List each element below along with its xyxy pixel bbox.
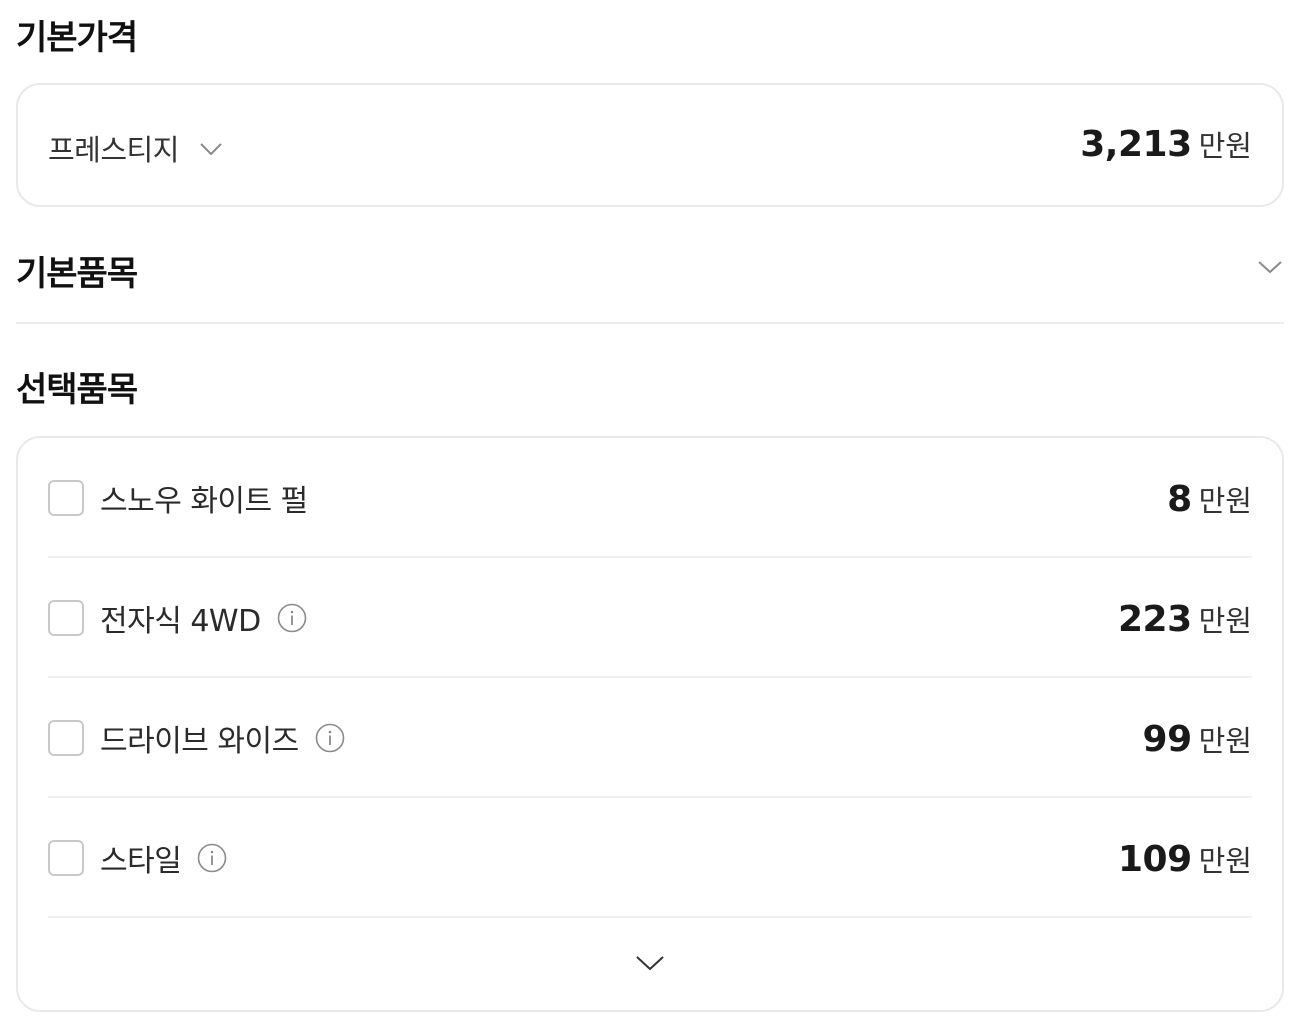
price-amount: 3,213 (1080, 124, 1192, 165)
chevron-down-icon (199, 141, 223, 160)
option-label: 드라이브 와이즈 (100, 724, 299, 759)
base-price-title: 기본가격 (16, 18, 138, 58)
price-unit: 만원 (1198, 844, 1252, 878)
option-price: 99 만원 (1143, 718, 1252, 760)
section-divider (16, 322, 1284, 324)
option-row: 스노우 화이트 펄 8 만원 (48, 438, 1252, 558)
option-label: 스타일 (100, 844, 182, 879)
option-checkbox[interactable] (48, 480, 84, 516)
price-amount: 109 (1117, 839, 1192, 880)
option-row: 드라이브 와이즈 99 만원 (48, 678, 1252, 798)
chevron-down-icon (635, 954, 665, 976)
price-unit: 만원 (1198, 724, 1252, 758)
info-icon[interactable] (197, 843, 227, 873)
trim-select-label: 프레스티지 (48, 133, 179, 167)
info-icon[interactable] (315, 723, 345, 753)
price-amount: 223 (1117, 599, 1192, 640)
base-price-value: 3,213 만원 (1080, 123, 1252, 165)
option-label: 전자식 4WD (100, 604, 261, 639)
options-card: 스노우 화이트 펄 8 만원 전자식 4WD 223 만원 드라이브 와이즈 9… (16, 436, 1284, 1012)
option-checkbox[interactable] (48, 840, 84, 876)
price-unit: 만원 (1198, 484, 1252, 518)
option-checkbox[interactable] (48, 720, 84, 756)
price-unit: 만원 (1198, 604, 1252, 638)
option-price: 8 만원 (1167, 478, 1252, 520)
chevron-down-icon (1257, 259, 1283, 279)
option-label: 스노우 화이트 펄 (100, 484, 308, 519)
option-price: 223 만원 (1118, 598, 1252, 640)
base-items-title: 기본품목 (16, 254, 138, 294)
expand-options-button[interactable] (630, 950, 670, 980)
base-price-card: 프레스티지 3,213 만원 (16, 83, 1284, 207)
trim-select[interactable]: 프레스티지 (48, 127, 223, 169)
price-amount: 99 (1142, 719, 1193, 760)
price-unit: 만원 (1198, 129, 1252, 163)
option-row: 스타일 109 만원 (48, 798, 1252, 918)
option-checkbox[interactable] (48, 600, 84, 636)
base-items-toggle[interactable] (1254, 254, 1286, 284)
option-row: 전자식 4WD 223 만원 (48, 558, 1252, 678)
option-price: 109 만원 (1118, 838, 1252, 880)
options-title: 선택품목 (16, 370, 138, 410)
price-amount: 8 (1167, 479, 1192, 520)
info-icon[interactable] (277, 603, 307, 633)
